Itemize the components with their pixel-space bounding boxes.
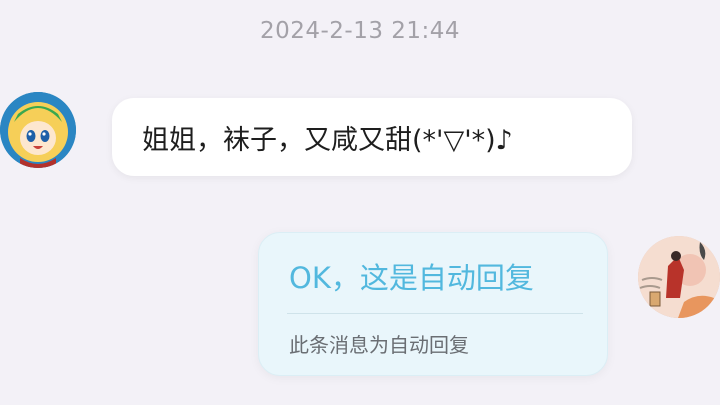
sender-avatar[interactable]: [0, 92, 76, 168]
ink-painting-avatar-icon: [638, 236, 720, 318]
auto-reply-note: 此条消息为自动回复: [289, 333, 469, 357]
received-message-bubble[interactable]: 姐姐，袜子，又咸又甜(*'▽'*)♪: [112, 98, 632, 176]
self-avatar[interactable]: [638, 236, 720, 318]
cartoon-character-avatar-icon: [0, 92, 76, 168]
chat-screen: 2024-2-13 21:44 姐姐，袜子，又咸又甜(*'▽'*)♪ OK，这是…: [0, 0, 720, 405]
auto-reply-text: OK，这是自动回复: [289, 261, 534, 295]
bubble-divider: [287, 313, 583, 314]
auto-reply-bubble[interactable]: OK，这是自动回复 此条消息为自动回复: [258, 232, 608, 376]
received-message-text: 姐姐，袜子，又咸又甜(*'▽'*)♪: [142, 125, 513, 156]
message-timestamp: 2024-2-13 21:44: [259, 18, 461, 44]
